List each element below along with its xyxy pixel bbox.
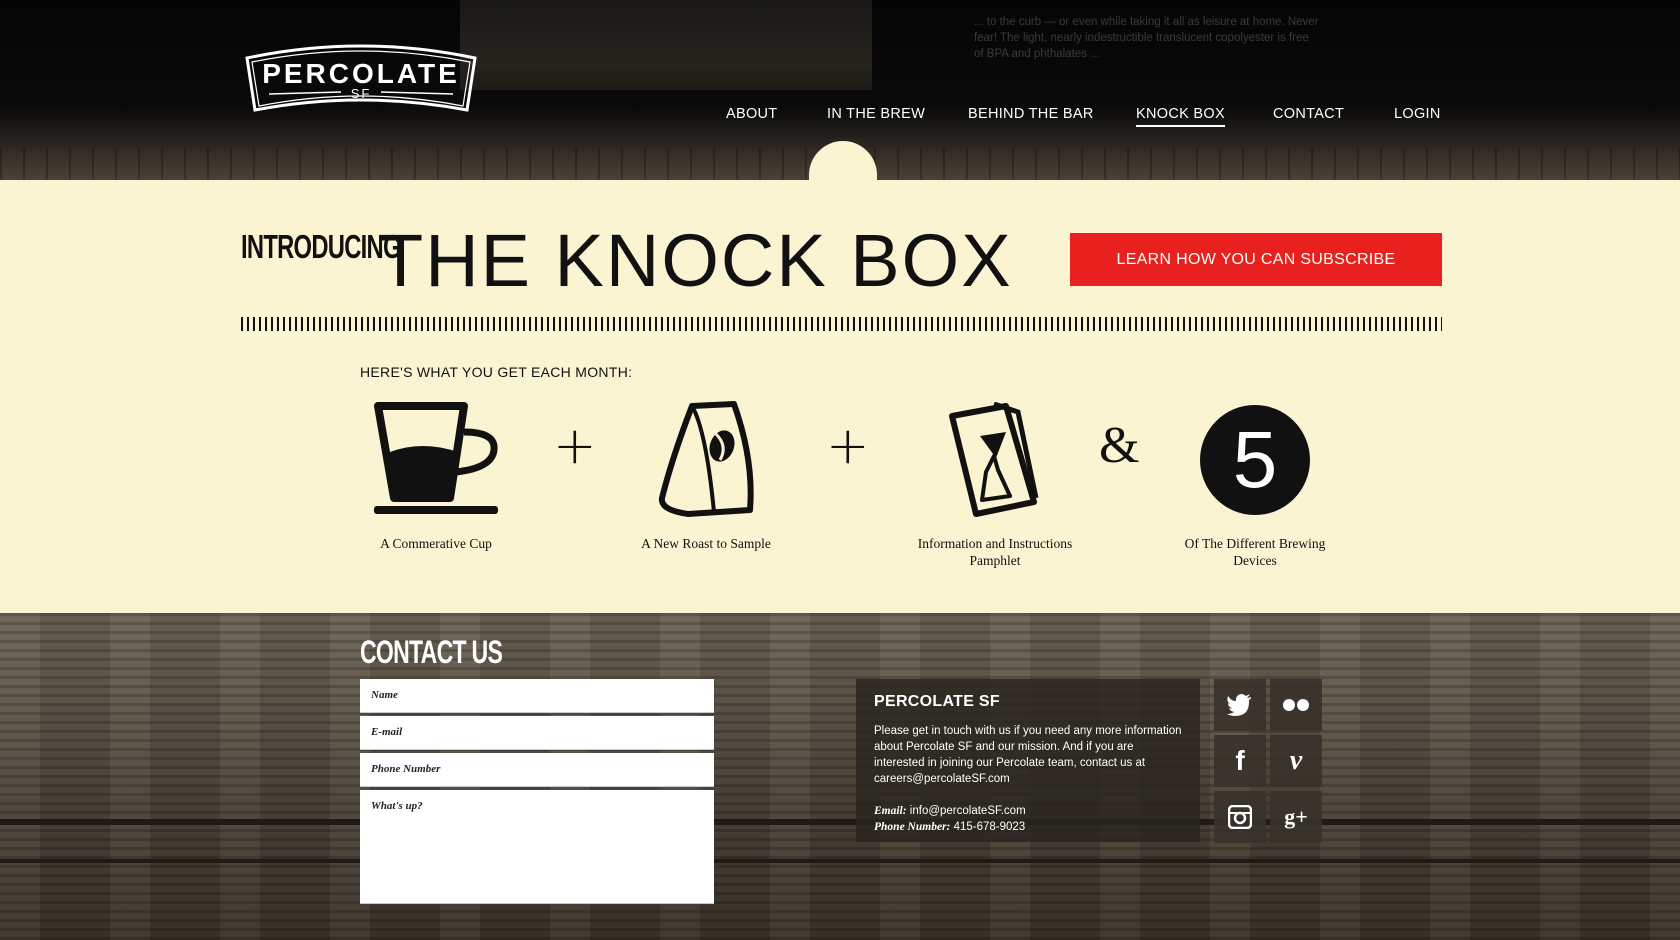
nav-login[interactable]: LOGIN [1394,106,1441,122]
facebook-icon[interactable]: f [1214,735,1266,787]
brewing-devices-caption: Of The Different Brewing Devices [1184,536,1326,568]
nav-behind-the-bar[interactable]: BEHIND THE BAR [968,106,1094,122]
logo-wordmark: PERCOLATE [262,58,460,89]
info-body: Please get in touch with us if you need … [874,725,1182,785]
plank-gap [0,859,1680,863]
info-phone-label: Phone Number: [874,821,951,833]
message-field[interactable]: What's up? [360,790,714,904]
phone-field[interactable]: Phone Number [360,753,714,787]
logo-sf: SF [351,86,372,101]
nav-in-the-brew[interactable]: IN THE BREW [827,106,925,122]
plank-gap [0,819,1680,825]
name-placeholder: Name [371,689,398,701]
vimeo-icon[interactable]: v [1270,735,1322,787]
pamphlet-caption: Information and Instructions Pamphlet [917,536,1073,568]
info-title: PERCOLATE SF [874,693,1000,710]
cup-icon [374,402,498,514]
info-phone-line: Phone Number: 415-678-9023 [874,819,1182,835]
plus-operator-1: + [553,416,597,476]
info-email[interactable]: info@percolateSF.com [910,805,1026,817]
flickr-icon[interactable] [1270,679,1322,731]
name-field[interactable]: Name [360,679,714,713]
subscribe-button[interactable]: LEARN HOW YOU CAN SUBSCRIBE [1070,233,1442,286]
monthly-label: HERE'S WHAT YOU GET EACH MONTH: [360,364,633,380]
google-plus-icon[interactable]: g+ [1270,791,1322,843]
nav-knock-box[interactable]: KNOCK BOX [1136,106,1225,127]
site-footer [0,613,1680,940]
info-email-line: Email: info@percolateSF.com [874,803,1182,819]
nav-about[interactable]: ABOUT [726,106,777,122]
message-placeholder: What's up? [371,800,423,812]
cup-caption: A Commerative Cup [380,536,492,551]
plus-operator-2: + [826,416,870,476]
info-email-label: Email: [874,805,907,817]
info-phone: 415-678-9023 [953,821,1026,833]
contact-info-box: PERCOLATE SF Please get in touch with us… [856,679,1200,842]
coffee-bag-caption: A New Roast to Sample [641,536,771,551]
contact-title: CONTACT US [360,634,503,670]
email-field[interactable]: E-mail [360,716,714,750]
instagram-icon[interactable] [1214,791,1266,843]
coffee-bag-icon [658,401,754,517]
header-photo [460,0,872,90]
twitter-icon[interactable] [1214,679,1266,731]
email-placeholder: E-mail [371,726,403,738]
number-five-value: 5 [1232,415,1278,504]
nav-contact[interactable]: CONTACT [1273,106,1344,122]
header-faded-text: ... to the curb — or even while taking i… [974,16,1319,60]
phone-placeholder: Phone Number [371,763,441,775]
ampersand-operator: & [1099,417,1140,474]
number-five-icon: 5 [1200,405,1310,515]
decorative-tick-rule [241,317,1442,331]
page-title: THE KNOCK BOX [378,219,1013,302]
percolate-logo[interactable]: PERCOLATE SF [241,40,481,118]
introducing-label: INTRODUCING [241,228,401,265]
pamphlet-icon [949,402,1039,517]
